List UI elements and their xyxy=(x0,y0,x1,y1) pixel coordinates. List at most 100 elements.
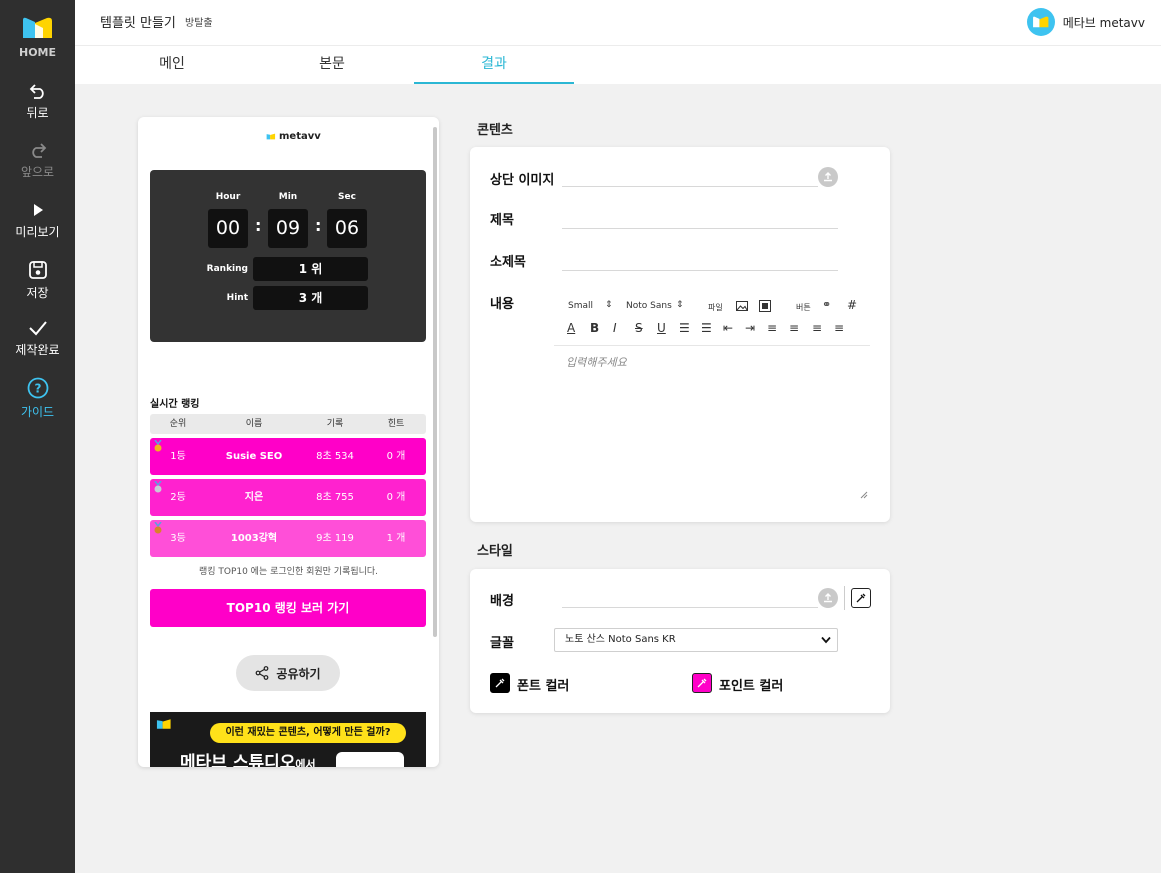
guide-button[interactable]: ? 가이드 xyxy=(0,377,75,420)
eyedropper-icon xyxy=(856,593,866,603)
bold-icon[interactable]: B xyxy=(590,321,599,335)
ranking-header: 순위 이름 기록 힌트 xyxy=(150,414,426,434)
link-icon[interactable]: ⚭ xyxy=(822,298,831,311)
align-right-icon[interactable]: ≡ xyxy=(812,321,822,335)
bullet-list-icon[interactable]: ☰ xyxy=(701,321,712,335)
top-image-field[interactable] xyxy=(562,186,818,187)
point-color-label: 포인트 컬러 xyxy=(719,679,784,694)
save-button[interactable]: 저장 xyxy=(0,260,75,301)
complete-button[interactable]: 제작완료 xyxy=(0,319,75,358)
tab-main[interactable]: 메인 xyxy=(92,46,252,84)
body-label: 내용 xyxy=(490,297,514,312)
strike-icon[interactable]: S xyxy=(635,321,643,335)
hashtag-icon[interactable]: # xyxy=(847,298,857,312)
content-section-title: 콘텐츠 xyxy=(477,123,513,138)
ranking-note: 랭킹 TOP10 에는 로그인한 회원만 기록됩니다. xyxy=(198,567,379,577)
user-menu[interactable]: 메타브 metavv xyxy=(1026,8,1145,36)
point-color-picker[interactable] xyxy=(692,673,712,693)
name-cell: 지은 xyxy=(244,492,264,503)
font-color-picker[interactable] xyxy=(490,673,510,693)
promo-banner[interactable]: 이런 재밌는 콘텐츠, 어떻게 만든 걸까? 메타브 스튜디오에서 xyxy=(150,712,426,767)
preview-button[interactable]: 미리보기 xyxy=(0,201,75,240)
hint-cell: 0 개 xyxy=(386,451,406,462)
subtitle-label: 소제목 xyxy=(490,255,526,270)
hint-cell: 1 개 xyxy=(386,533,406,544)
subtitle-field[interactable] xyxy=(562,270,838,271)
tab-result[interactable]: 결과 xyxy=(414,46,574,84)
align-center-icon[interactable]: ≡ xyxy=(789,321,799,335)
button-insert[interactable]: 버튼 xyxy=(796,302,811,313)
ranking-label: Ranking xyxy=(206,264,248,274)
top-image-label: 상단 이미지 xyxy=(490,173,555,188)
ranking-row: 1등 Susie SEO 8초 534 0 개 xyxy=(150,438,426,475)
background-color-picker[interactable] xyxy=(851,588,871,608)
sec-value: 06 xyxy=(327,209,367,248)
title-field[interactable] xyxy=(562,228,838,229)
play-icon xyxy=(33,204,43,216)
banner-headline: 메타브 스튜디오에서 xyxy=(180,748,316,767)
resize-handle-icon[interactable] xyxy=(860,491,868,499)
editor-textarea[interactable]: 입력해주세요 xyxy=(554,345,870,501)
outdent-icon[interactable]: ⇤ xyxy=(723,321,733,335)
sec-label: Sec xyxy=(338,192,356,202)
preview-logo-text: metavv xyxy=(279,131,321,142)
hint-cell: 0 개 xyxy=(386,492,406,503)
video-icon[interactable] xyxy=(759,300,771,312)
home-button[interactable]: HOME xyxy=(0,16,75,59)
ordered-list-icon[interactable]: ☰ xyxy=(679,321,690,335)
preview-scrollbar[interactable] xyxy=(433,127,437,637)
record-cell: 8초 755 xyxy=(316,492,354,503)
share-button[interactable]: 공유하기 xyxy=(236,655,340,691)
ranking-row: 2등 지은 8초 755 0 개 xyxy=(150,479,426,516)
preview-logo: metavv xyxy=(266,131,321,142)
hour-value: 00 xyxy=(208,209,248,248)
sidebar: HOME 뒤로 앞으로 미리보기 저장 제작완료 ? 가이드 xyxy=(0,0,75,873)
eyedropper-icon xyxy=(495,678,505,688)
background-upload-button[interactable] xyxy=(818,588,838,608)
italic-icon[interactable]: I xyxy=(613,321,617,335)
colon: : xyxy=(255,216,262,235)
colon: : xyxy=(315,216,322,235)
chevron-updown-icon: ⇕ xyxy=(605,300,613,310)
metavv-logo-icon xyxy=(156,719,171,729)
align-left-icon[interactable]: ≡ xyxy=(767,321,777,335)
upload-button[interactable] xyxy=(818,167,838,187)
rank-cell: 2등 xyxy=(170,492,186,503)
undo-button[interactable]: 뒤로 xyxy=(0,82,75,121)
file-button[interactable]: 파일 xyxy=(708,302,723,313)
min-label: Min xyxy=(278,192,298,202)
underline-icon[interactable]: U xyxy=(657,321,666,335)
undo-icon xyxy=(29,84,44,99)
style-card: 배경 글꼴 노토 산스 Noto Sans KR 폰트 컬러 포인트 컬러 xyxy=(470,569,890,713)
rank-cell: 1등 xyxy=(170,451,186,462)
redo-button[interactable]: 앞으로 xyxy=(0,141,75,180)
metavv-logo-icon xyxy=(266,133,276,140)
complete-label: 제작완료 xyxy=(15,343,60,357)
eyedropper-icon xyxy=(697,678,707,688)
chevron-down-icon xyxy=(821,636,831,644)
preview-label: 미리보기 xyxy=(15,225,60,239)
timer-panel: Hour Min Sec 00 : 09 : 06 Ranking 1 위 Hi… xyxy=(150,170,426,342)
share-label: 공유하기 xyxy=(276,666,321,681)
min-value: 09 xyxy=(268,209,308,248)
header-hint: 힌트 xyxy=(387,419,405,429)
home-label: HOME xyxy=(18,46,57,59)
size-select[interactable]: Small xyxy=(568,301,593,311)
font-select[interactable]: Noto Sans xyxy=(626,301,672,311)
chevron-updown-icon: ⇕ xyxy=(676,300,684,310)
top10-ranking-button[interactable]: TOP10 랭킹 보러 가기 xyxy=(150,589,426,627)
guide-label: 가이드 xyxy=(20,405,55,419)
ranking-title: 실시간 랭킹 xyxy=(150,399,200,410)
align-justify-icon[interactable]: ≡ xyxy=(834,321,844,335)
upload-icon xyxy=(824,593,832,603)
metavv-logo-icon xyxy=(1032,16,1049,28)
indent-icon[interactable]: ⇥ xyxy=(745,321,755,335)
font-color-icon[interactable]: A xyxy=(567,321,575,335)
image-icon[interactable] xyxy=(736,301,748,311)
top-bar: 템플릿 만들기 방탈출 메타브 metavv xyxy=(75,0,1161,46)
tab-body[interactable]: 본문 xyxy=(252,46,412,84)
background-field[interactable] xyxy=(562,607,818,608)
name-cell: 1003강혁 xyxy=(230,533,278,544)
content-card: 상단 이미지 제목 소제목 내용 Small ⇕ Noto Sans ⇕ 파일 … xyxy=(470,147,890,522)
font-family-select[interactable]: 노토 산스 Noto Sans KR xyxy=(554,628,838,652)
